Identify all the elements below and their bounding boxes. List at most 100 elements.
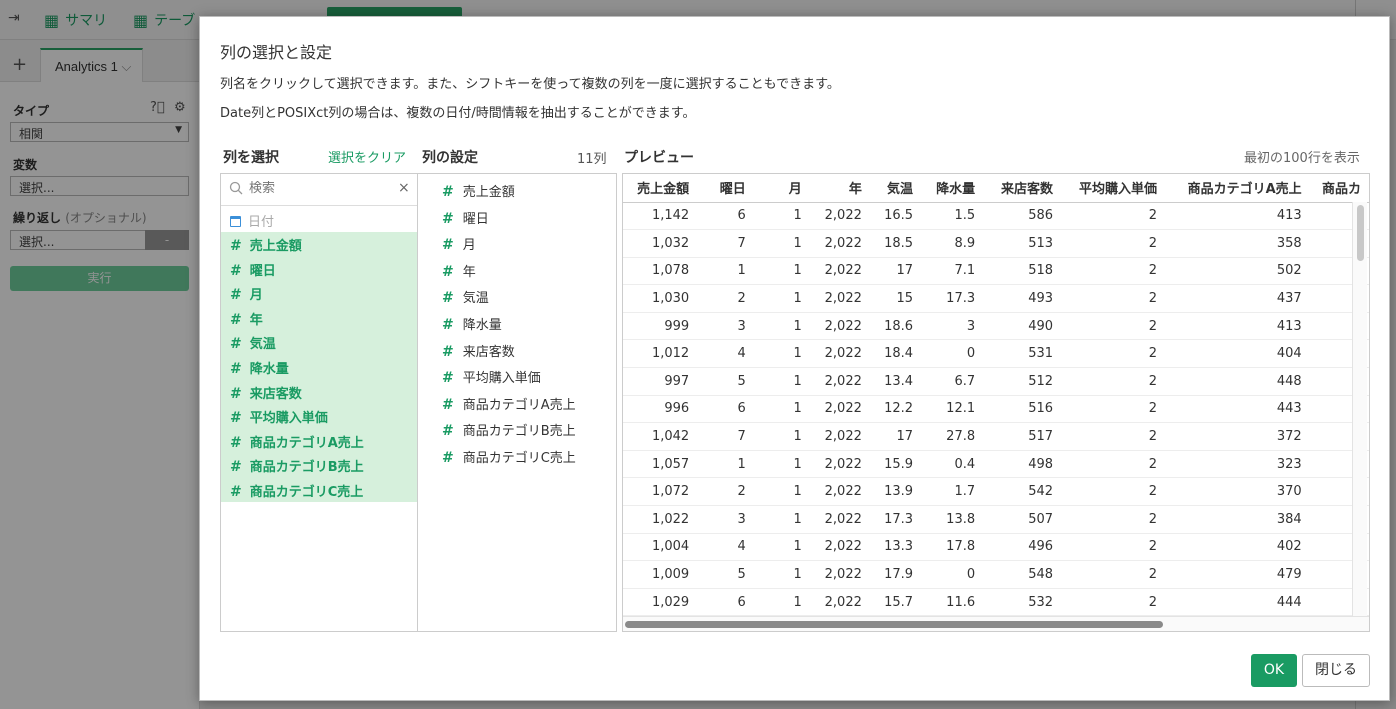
table-cell: 7.1: [921, 257, 984, 286]
table-row: 999 3 1 2,022 18.6 3 490 2 413: [623, 312, 1369, 341]
settings-item[interactable]: # 商品カテゴリB売上: [418, 416, 616, 443]
picker-item-selected[interactable]: # 降水量: [221, 355, 417, 380]
calendar-icon: [230, 216, 241, 227]
settings-item[interactable]: # 商品カテゴリC売上: [418, 443, 616, 470]
settings-item-label: 来店客数: [462, 344, 515, 360]
picker-item-label: 年: [249, 312, 263, 328]
picker-item-date[interactable]: 日付: [221, 206, 417, 232]
settings-item-label: 気温: [462, 291, 489, 307]
table-cell: 1,004: [623, 533, 698, 562]
number-type-icon: #: [230, 311, 242, 328]
picker-item-selected[interactable]: # 年: [221, 306, 417, 331]
table-cell: 3: [697, 505, 754, 534]
ok-button[interactable]: OK: [1251, 654, 1297, 687]
number-type-icon: #: [442, 343, 454, 360]
settings-item[interactable]: # 来店客数: [418, 337, 616, 364]
table-cell: 1: [753, 339, 810, 369]
number-type-icon: #: [442, 290, 454, 307]
vertical-scroll-thumb[interactable]: [1357, 205, 1364, 261]
table-cell: 17: [869, 257, 922, 286]
picker-item-selected[interactable]: # 商品カテゴリC売上: [221, 478, 417, 503]
settings-item[interactable]: # 年: [418, 257, 616, 284]
table-row: 997 5 1 2,022 13.4 6.7 512 2 448: [623, 367, 1369, 396]
clear-selection-link[interactable]: 選択をクリア: [328, 147, 406, 166]
table-cell: 1: [753, 477, 810, 507]
table-cell: 3: [921, 312, 984, 341]
table-row: 1,030 2 1 2,022 15 17.3 493 2 437: [623, 284, 1369, 313]
column-search: ×: [221, 174, 417, 206]
table-cell: 2,022: [809, 202, 870, 231]
table-cell: 532: [983, 588, 1062, 617]
table-cell: 16.5: [869, 202, 922, 231]
table-row: 1,042 7 1 2,022 17 27.8 517 2 372: [623, 422, 1369, 451]
search-input[interactable]: [249, 181, 389, 196]
settings-item-label: 売上金額: [462, 185, 515, 200]
settings-item[interactable]: # 気温: [418, 283, 616, 310]
picker-item-selected[interactable]: # 商品カテゴリA売上: [221, 429, 417, 454]
table-cell: 6: [697, 395, 754, 424]
picker-item-selected[interactable]: # 気温: [221, 330, 417, 355]
table-row: 1,072 2 1 2,022 13.9 1.7 542 2 370: [623, 477, 1369, 507]
table-cell: 15.7: [869, 588, 922, 617]
preview-column-header: 平均購入単価: [1061, 174, 1165, 203]
table-cell: 1: [753, 422, 810, 451]
picker-item-selected[interactable]: # 平均購入単価: [221, 404, 417, 429]
table-cell: 323: [1165, 450, 1310, 479]
table-cell: 13.8: [921, 505, 984, 534]
table-cell: 12.1: [921, 395, 984, 424]
table-cell: 1: [753, 533, 810, 562]
table-cell: 490: [983, 312, 1062, 341]
table-cell: 358: [1165, 229, 1310, 258]
number-type-icon: #: [442, 263, 454, 280]
preview-table: 売上金額 曜日月年気温 降水量 来店客数 平均購入単価 商品カテゴリA売上 商品カ 1,14…: [622, 173, 1370, 632]
dialog-title: 列の選択と設定: [220, 43, 333, 62]
preview-header-row: 売上金額 曜日月年気温 降水量 来店客数 平均購入単価 商品カテゴリA売上 商品カ: [623, 174, 1369, 203]
picker-item-selected[interactable]: # 曜日: [221, 257, 417, 282]
picker-item-selected[interactable]: # 月: [221, 281, 417, 306]
settings-item[interactable]: # 売上金額: [418, 177, 616, 204]
settings-item[interactable]: # 平均購入単価: [418, 363, 616, 390]
table-cell: 516: [983, 395, 1062, 424]
table-cell: 1: [753, 284, 810, 313]
settings-item[interactable]: # 月: [418, 230, 616, 257]
settings-item[interactable]: # 商品カテゴリA売上: [418, 390, 616, 417]
clear-search-icon[interactable]: ×: [398, 180, 410, 196]
settings-item[interactable]: # 降水量: [418, 310, 616, 337]
table-cell: 2: [1061, 477, 1165, 507]
table-cell: 27.8: [921, 422, 984, 451]
table-cell: 542: [983, 477, 1062, 507]
table-cell: 4: [697, 533, 754, 562]
horizontal-scroll-thumb[interactable]: [625, 621, 1163, 628]
column-count: 11列: [577, 152, 607, 167]
table-cell: 413: [1165, 202, 1310, 231]
table-cell: 2,022: [809, 367, 870, 396]
settings-item-label: 年: [462, 264, 476, 280]
preview-column-header: 降水量: [921, 174, 984, 203]
column-settings-heading: 列の設定: [422, 150, 478, 166]
number-type-icon: #: [230, 238, 242, 254]
table-row: 1,009 5 1 2,022 17.9 0 548 2 479: [623, 560, 1369, 589]
picker-item-label: 気温: [249, 337, 276, 353]
picker-item-selected[interactable]: # 来店客数: [221, 380, 417, 405]
table-cell: 1: [753, 312, 810, 341]
table-cell: 999: [623, 312, 698, 341]
picker-item-selected[interactable]: # 売上金額: [221, 232, 417, 257]
table-cell: 1: [697, 257, 754, 286]
table-cell: 0: [921, 560, 984, 589]
picker-item-label: 平均購入単価: [249, 411, 328, 427]
table-row: 996 6 1 2,022 12.2 12.1 516 2 443: [623, 395, 1369, 424]
settings-item[interactable]: # 曜日: [418, 204, 616, 231]
close-button[interactable]: 閉じる: [1302, 654, 1370, 687]
picker-item-selected[interactable]: # 商品カテゴリB売上: [221, 453, 417, 478]
table-cell: 2: [1061, 505, 1165, 534]
table-cell: 531: [983, 339, 1062, 369]
vertical-scrollbar[interactable]: [1352, 202, 1367, 616]
picker-item-label: 来店客数: [249, 386, 302, 402]
table-cell: 586: [983, 202, 1062, 231]
table-row: 1,022 3 1 2,022 17.3 13.8 507 2 384: [623, 505, 1369, 534]
preview-column-header: 商品カ: [1309, 174, 1369, 203]
horizontal-scrollbar[interactable]: [623, 616, 1369, 631]
table-cell: 1: [753, 588, 810, 617]
picker-item-label: 商品カテゴリA売上: [249, 435, 364, 451]
selected-column-list: # 売上金額 # 曜日 # 月 # 年 # 気温 # 降水量 # 来店客数 # 平均購入単価 # 商品カテゴリA売…: [221, 232, 417, 502]
